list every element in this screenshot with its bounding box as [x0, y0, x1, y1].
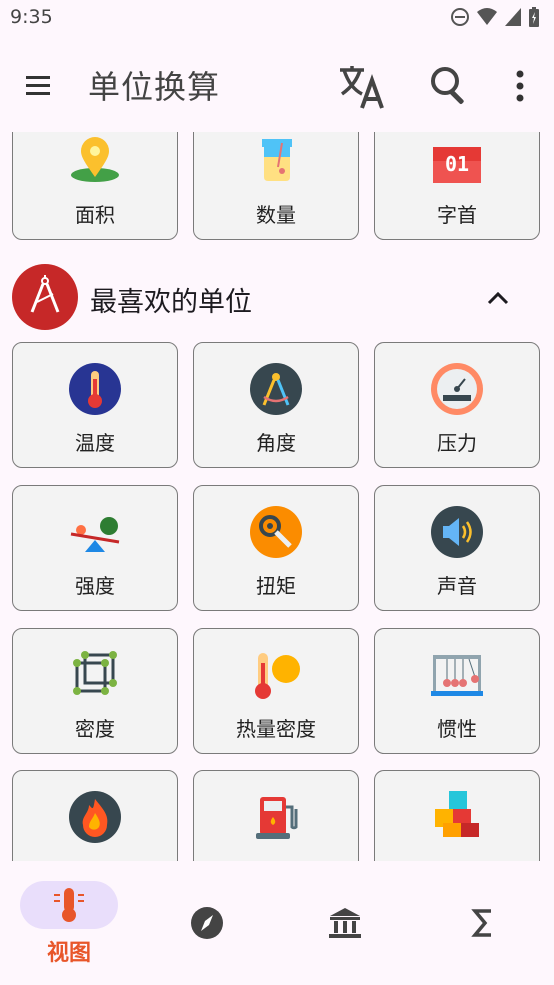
- map-pin-icon: [71, 137, 119, 182]
- app-bar: 单位换算: [0, 36, 554, 132]
- svg-text:01: 01: [445, 152, 469, 176]
- seesaw-icon: [70, 517, 120, 552]
- unit-card-fire[interactable]: [12, 770, 178, 861]
- app-title: 单位换算: [88, 68, 221, 106]
- wrench-gear-icon: [250, 506, 302, 558]
- unit-label: 温度: [75, 431, 115, 455]
- translate-icon: [340, 66, 384, 109]
- unit-card-temperature[interactable]: 温度: [12, 342, 178, 468]
- nav-item-bank[interactable]: [276, 861, 414, 985]
- nav-item-explore[interactable]: [138, 861, 276, 985]
- unit-card-pressure[interactable]: 压力: [374, 342, 540, 468]
- do-not-disturb-icon: [451, 8, 469, 26]
- thermometer-icon: [69, 363, 121, 415]
- unit-label: 压力: [437, 431, 477, 455]
- unit-card-fuel[interactable]: [193, 770, 359, 861]
- collapse-button[interactable]: [482, 282, 514, 314]
- unit-label: 声音: [437, 574, 477, 598]
- cubes-icon: [435, 791, 479, 837]
- thermometer-view-icon: [54, 888, 84, 922]
- cube-nodes-icon: [73, 651, 117, 695]
- chevron-up-icon: [487, 291, 509, 305]
- unit-label: 惯性: [437, 717, 477, 741]
- more-vert-icon: [516, 70, 524, 102]
- explore-icon: [191, 907, 223, 939]
- unit-card-inertia[interactable]: 惯性: [374, 628, 540, 754]
- nav-item-view[interactable]: 视图: [0, 861, 138, 985]
- unit-list[interactable]: 面积 数量 01 字首 最喜欢的单位 温度 角度 压力 强度 扭矩 声音 密度 …: [0, 132, 554, 861]
- compass-drawing-icon: [12, 264, 78, 330]
- calendar-01-icon: 01: [433, 147, 481, 183]
- newtons-cradle-icon: [431, 655, 483, 696]
- fuel-pump-icon: [256, 797, 298, 839]
- translate-button[interactable]: [336, 62, 388, 114]
- search-icon: [431, 67, 464, 104]
- section-title: 最喜欢的单位: [90, 287, 252, 318]
- wifi-icon: [477, 8, 497, 25]
- unit-label: 面积: [75, 203, 115, 227]
- unit-label: 数量: [256, 203, 296, 227]
- menu-button[interactable]: [18, 66, 58, 106]
- status-icons: [450, 6, 540, 28]
- menu-icon: [26, 76, 50, 95]
- unit-card-angle[interactable]: 角度: [193, 342, 359, 468]
- unit-card-density[interactable]: 密度: [12, 628, 178, 754]
- unit-card-torque[interactable]: 扭矩: [193, 485, 359, 611]
- unit-label: 字首: [437, 203, 477, 227]
- unit-card-heat-density[interactable]: 热量密度: [193, 628, 359, 754]
- status-bar: 9:35: [0, 0, 554, 36]
- unit-label: 扭矩: [256, 574, 296, 598]
- nav-label: 视图: [46, 941, 91, 966]
- unit-label: 密度: [75, 717, 115, 741]
- unit-card-prefix[interactable]: 01 字首: [374, 132, 540, 240]
- pressure-gauge-icon: [431, 363, 483, 415]
- compass-icon: [250, 363, 302, 415]
- unit-card-area[interactable]: 面积: [12, 132, 178, 240]
- search-button[interactable]: [426, 62, 474, 110]
- favorites-header: 最喜欢的单位: [0, 264, 554, 334]
- unit-label: 强度: [75, 574, 115, 598]
- beaker-icon: [262, 139, 292, 181]
- signal-icon: [505, 8, 521, 26]
- unit-card-strength[interactable]: 强度: [12, 485, 178, 611]
- status-time: 9:35: [10, 6, 53, 28]
- unit-card-volume[interactable]: [374, 770, 540, 861]
- more-options-button[interactable]: [506, 66, 534, 110]
- unit-label: 热量密度: [236, 717, 316, 741]
- fire-icon: [69, 791, 121, 843]
- bottom-navigation: 视图: [0, 861, 554, 985]
- sigma-icon: [471, 909, 491, 937]
- battery-icon: [529, 7, 539, 27]
- unit-card-sound[interactable]: 声音: [374, 485, 540, 611]
- unit-label: 角度: [256, 431, 296, 455]
- heat-thermometer-icon: [255, 653, 300, 699]
- unit-card-quantity[interactable]: 数量: [193, 132, 359, 240]
- nav-item-sigma[interactable]: [414, 861, 552, 985]
- bank-icon: [329, 908, 361, 938]
- speaker-icon: [431, 506, 483, 558]
